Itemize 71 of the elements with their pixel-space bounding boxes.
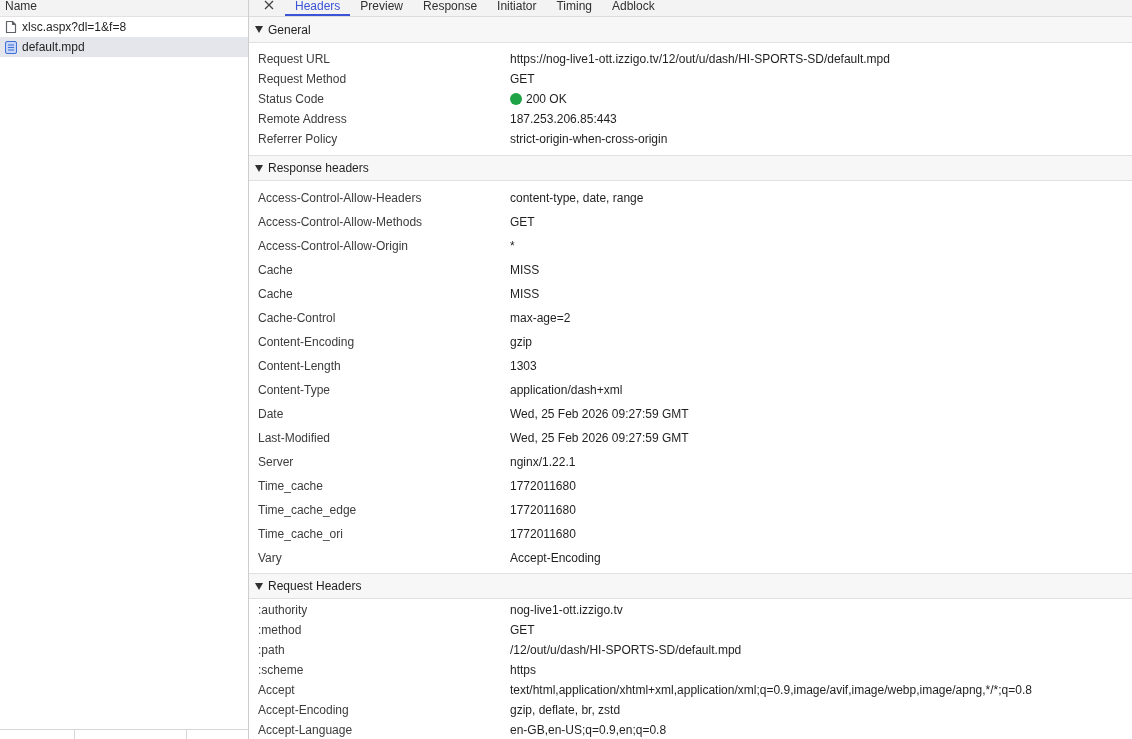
document-icon <box>5 40 17 54</box>
header-value: https <box>510 663 536 677</box>
header-value: strict-origin-when-cross-origin <box>510 132 668 146</box>
header-name: Date <box>258 407 284 421</box>
tab[interactable]: Adblock <box>602 0 665 16</box>
close-icon <box>264 0 274 10</box>
header-value: gzip <box>510 335 532 349</box>
header-name: Request Method <box>258 72 347 86</box>
header-value: 1772011680 <box>510 503 576 517</box>
header-value: GET <box>510 72 535 86</box>
request-item[interactable]: xlsc.aspx?dl=1&f=8 <box>0 17 248 37</box>
header-name: Remote Address <box>258 112 347 126</box>
header-name: Cache <box>258 287 293 301</box>
header-value: 1772011680 <box>510 527 576 541</box>
section-header[interactable]: Response headers <box>249 155 1132 181</box>
header-value: max-age=2 <box>510 311 571 325</box>
header-value: MISS <box>510 263 540 277</box>
header-value: Wed, 25 Feb 2026 09:27:59 GMT <box>510 407 689 421</box>
header-name: Vary <box>258 551 282 565</box>
header-name: Accept-Language <box>258 723 353 737</box>
header-name: Time_cache <box>258 479 323 493</box>
header-value: 200 OK <box>526 92 567 106</box>
header-value: nog-live1-ott.izzigo.tv <box>510 603 623 617</box>
tab[interactable]: Initiator <box>487 0 547 16</box>
close-button[interactable] <box>264 0 274 10</box>
request-item[interactable]: default.mpd <box>0 37 248 57</box>
header-name: :scheme <box>258 663 304 677</box>
header-value: text/html,application/xhtml+xml,application/xml;q=0.9,image/avif,image/webp,image/apng,*/*;q=0.8 <box>510 683 1032 697</box>
header-name: Time_cache_edge <box>258 503 357 517</box>
column-header[interactable]: Name <box>5 0 37 12</box>
header-name: Cache <box>258 263 293 277</box>
section-header[interactable]: Request Headers <box>249 573 1132 599</box>
header-name: Status Code <box>258 92 325 106</box>
header-name: Access-Control-Allow-Methods <box>258 215 423 229</box>
header-name: Server <box>258 455 294 469</box>
header-value: MISS <box>510 287 540 301</box>
header-name: Request URL <box>258 52 331 66</box>
header-name: Time_cache_ori <box>258 527 343 541</box>
header-value: 1303 <box>510 359 537 373</box>
header-value: /12/out/u/dash/HI-SPORTS-SD/default.mpd <box>510 643 742 657</box>
header-value: https://nog-live1-ott.izzigo.tv/12/out/u/dash/HI-SPORTS-SD/default.mpd <box>510 52 890 66</box>
header-name: Cache-Control <box>258 311 336 325</box>
header-name: Content-Encoding <box>258 335 355 349</box>
header-value: en-GB,en-US;q=0.9,en;q=0.8 <box>510 723 667 737</box>
header-value: Wed, 25 Feb 2026 09:27:59 GMT <box>510 431 689 445</box>
header-value: 1772011680 <box>510 479 576 493</box>
header-name: :method <box>258 623 302 637</box>
header-name: Content-Type <box>258 383 331 397</box>
header-name: Last-Modified <box>258 431 331 445</box>
header-value: * <box>510 239 515 253</box>
header-value: Accept-Encoding <box>510 551 601 565</box>
header-name: Access-Control-Allow-Headers <box>258 191 422 205</box>
header-value: nginx/1.22.1 <box>510 455 576 469</box>
tab[interactable]: Timing <box>546 0 602 16</box>
header-name: Access-Control-Allow-Origin <box>258 239 409 253</box>
section-header[interactable]: General <box>249 17 1132 43</box>
header-name: Accept <box>258 683 295 697</box>
header-value: GET <box>510 623 535 637</box>
header-name: :authority <box>258 603 308 617</box>
header-value: content-type, date, range <box>510 191 644 205</box>
header-value: gzip, deflate, br, zstd <box>510 703 621 717</box>
tab[interactable]: Response <box>413 0 488 16</box>
tab[interactable]: Preview <box>350 0 414 16</box>
header-name: Accept-Encoding <box>258 703 349 717</box>
header-name: Referrer Policy <box>258 132 338 146</box>
header-value: GET <box>510 215 535 229</box>
header-value: 187.253.206.85:443 <box>510 112 617 126</box>
header-name: Content-Length <box>258 359 341 373</box>
header-name: :path <box>258 643 285 657</box>
file-icon <box>5 20 17 34</box>
header-value: application/dash+xml <box>510 383 623 397</box>
